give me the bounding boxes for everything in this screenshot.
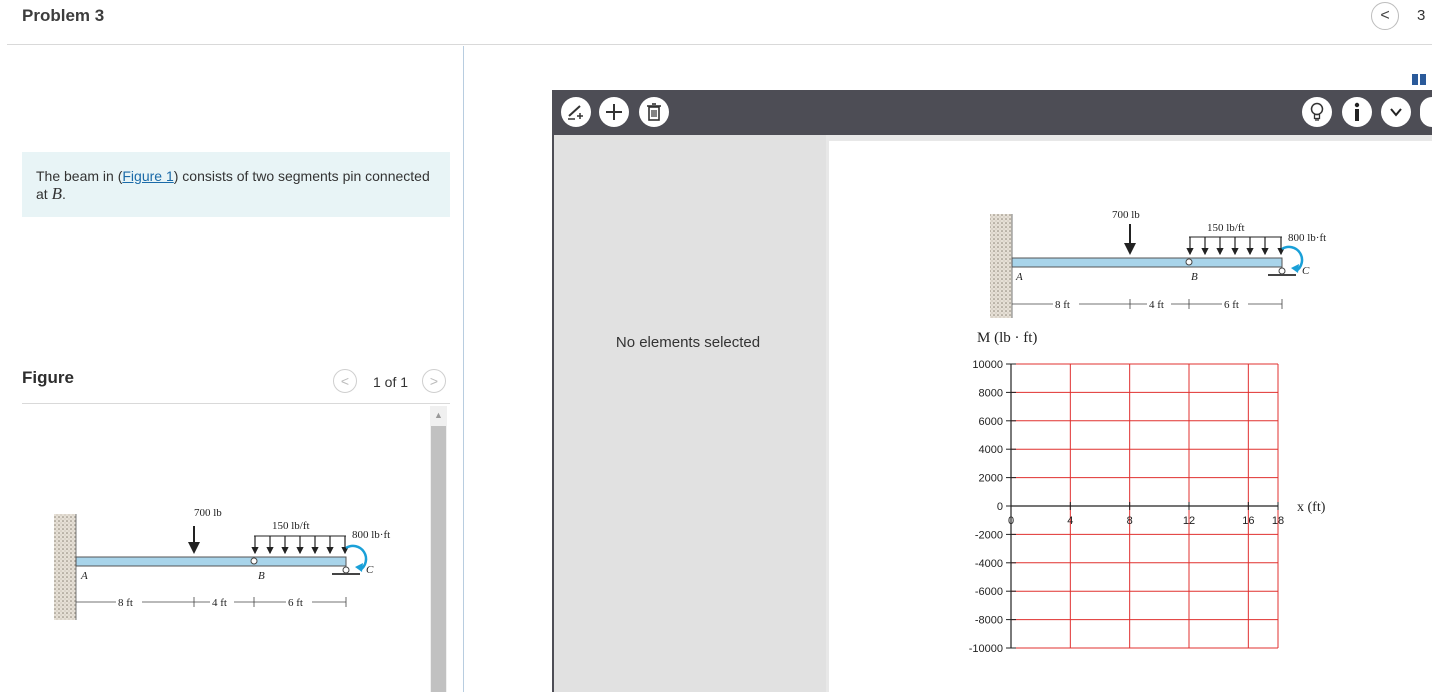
- overflow-button[interactable]: [1420, 97, 1432, 127]
- beam-figure-canvas: 700 lb 150 lb/ft 800 lb·ft A B C 8 ft 4 …: [990, 209, 1326, 318]
- beam-figure: 700 lb 150 lb/ft 800 lb·ft A B C 8 ft 4 …: [54, 507, 390, 620]
- label-b: B: [258, 570, 265, 582]
- y-tick-label: -2000: [975, 529, 1003, 541]
- point-load-label: 700 lb: [194, 507, 222, 519]
- dim-8ft: 8 ft: [118, 597, 133, 609]
- label-b: B: [1191, 271, 1198, 283]
- prompt-point: B: [51, 184, 62, 203]
- figure-next-button[interactable]: >: [422, 369, 446, 393]
- info-icon: [1354, 102, 1360, 121]
- chevron-left-icon: <: [340, 373, 350, 389]
- pencil-plus-icon: [568, 105, 583, 120]
- moment-arrow: [345, 544, 368, 572]
- label-c: C: [366, 564, 374, 576]
- y-tick-label: 4000: [979, 444, 1003, 456]
- distributed-load-label: 150 lb/ft: [272, 520, 310, 532]
- delete-button[interactable]: [639, 97, 669, 127]
- draw-button[interactable]: [561, 97, 591, 127]
- dim-4ft: 4 ft: [212, 597, 227, 609]
- header-divider: [7, 44, 1432, 45]
- y-tick-label: 10000: [972, 359, 1003, 371]
- beam: [1011, 257, 1283, 268]
- hint-button[interactable]: [1302, 97, 1332, 127]
- problem-prompt: The beam in (Figure 1) consists of two s…: [22, 152, 450, 217]
- wall-support: [990, 214, 1012, 318]
- point-load-label: 700 lb: [1112, 209, 1140, 221]
- pin-b: [1185, 258, 1193, 266]
- prompt-text-before: The beam in (: [36, 168, 123, 184]
- figure-divider: [22, 403, 450, 404]
- problem-title: Problem 3: [22, 6, 105, 25]
- x-tick-label: 18: [1272, 515, 1284, 527]
- moment-chart[interactable]: M (lb · ft) x (ft) 10000 8000 6000 4000 2000…: [955, 325, 1355, 660]
- top-bar: [0, 0, 1432, 45]
- trash-icon: [647, 103, 661, 121]
- moment-arrow: [1281, 245, 1304, 273]
- moment-label: 800 lb·ft: [1288, 232, 1326, 244]
- figure-counter: 1 of 1: [373, 374, 409, 390]
- pane-divider: [463, 46, 464, 692]
- moment-label: 800 lb·ft: [352, 529, 390, 541]
- y-tick-label: 8000: [979, 387, 1003, 399]
- x-tick-label: 8: [1127, 515, 1133, 527]
- beam: [75, 556, 347, 567]
- dim-6ft: 6 ft: [1224, 299, 1239, 311]
- chevron-down-icon: [1390, 108, 1402, 117]
- plus-icon: [606, 104, 622, 120]
- pin-b: [250, 557, 258, 565]
- chart-xlabel: x (ft): [1297, 500, 1326, 515]
- y-tick-label: 0: [997, 501, 1003, 513]
- book-icon[interactable]: [1412, 72, 1426, 85]
- x-tick-label: 16: [1242, 515, 1254, 527]
- info-button[interactable]: [1342, 97, 1372, 127]
- wall-support: [54, 514, 76, 620]
- chevron-left-icon: <: [1380, 7, 1390, 24]
- x-tick-label: 4: [1067, 515, 1073, 527]
- dim-8ft: 8 ft: [1055, 299, 1070, 311]
- properties-panel: [554, 135, 826, 692]
- add-button[interactable]: [599, 97, 629, 127]
- lightbulb-icon: [1310, 102, 1324, 121]
- figure-link[interactable]: Figure 1: [122, 168, 173, 184]
- scroll-up-arrow[interactable]: ▲: [430, 406, 447, 424]
- chevron-right-icon: >: [429, 373, 439, 389]
- previous-problem-button[interactable]: <: [1371, 2, 1399, 30]
- selection-status: No elements selected: [615, 334, 761, 351]
- y-tick-label: -8000: [975, 615, 1003, 627]
- problem-counter: 3: [1417, 7, 1426, 24]
- drawing-toolbar: [554, 90, 1432, 135]
- dim-6ft: 6 ft: [288, 597, 303, 609]
- figure-prev-button[interactable]: <: [333, 369, 357, 393]
- y-tick-label: 6000: [979, 416, 1003, 428]
- distributed-load-arrows: [1186, 237, 1285, 256]
- y-tick-label: -4000: [975, 558, 1003, 570]
- scrollbar-thumb[interactable]: [431, 426, 446, 692]
- prompt-period: .: [61, 186, 66, 202]
- label-a: A: [1015, 271, 1023, 283]
- dim-4ft: 4 ft: [1149, 299, 1164, 311]
- distributed-load-arrows: [251, 536, 349, 555]
- y-tick-label: 2000: [979, 473, 1003, 485]
- x-tick-label: 0: [1008, 515, 1014, 527]
- distributed-load-label: 150 lb/ft: [1207, 222, 1245, 234]
- menu-button[interactable]: [1381, 97, 1411, 127]
- label-c: C: [1302, 265, 1310, 277]
- x-tick-label: 12: [1183, 515, 1195, 527]
- y-tick-label: -10000: [969, 643, 1003, 655]
- chart-ylabel: M (lb · ft): [977, 330, 1037, 346]
- y-tick-label: -6000: [975, 586, 1003, 598]
- figure-heading: Figure: [22, 368, 74, 387]
- label-a: A: [80, 570, 88, 582]
